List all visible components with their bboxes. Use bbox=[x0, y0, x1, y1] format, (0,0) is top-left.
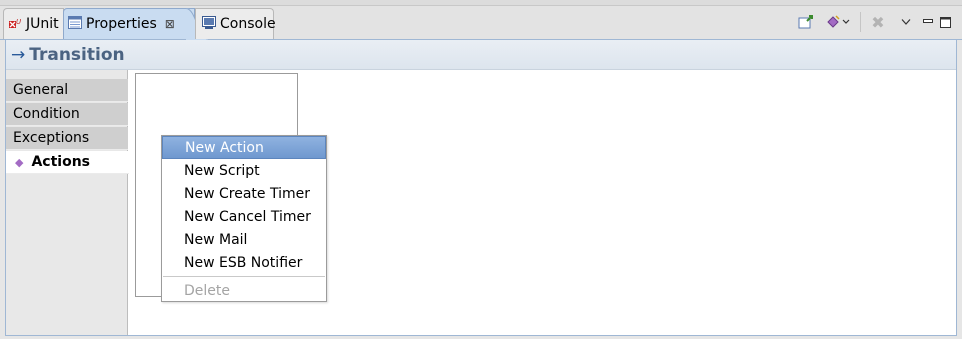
svg-text:U: U bbox=[16, 18, 21, 26]
properties-view: → Transition General Condition Exception… bbox=[5, 40, 957, 336]
view-dropdown-icon[interactable] bbox=[896, 12, 916, 32]
view-menu-icon[interactable] bbox=[826, 12, 852, 32]
actions-icon: ◆ bbox=[15, 155, 24, 169]
tab-label: Properties bbox=[86, 16, 157, 32]
properties-header: → Transition bbox=[6, 40, 956, 70]
tab-junit[interactable]: U JUnit bbox=[3, 8, 64, 39]
page-title: Transition bbox=[29, 44, 125, 65]
menu-item-new-script[interactable]: New Script bbox=[162, 159, 326, 182]
properties-icon bbox=[68, 15, 82, 33]
pin-editor-icon[interactable] bbox=[796, 12, 816, 32]
tab-label: Console bbox=[220, 16, 276, 32]
nav-item-label: Exceptions bbox=[13, 130, 90, 146]
nav-item-exceptions[interactable]: Exceptions bbox=[6, 127, 128, 150]
nav-item-label: Condition bbox=[13, 106, 80, 122]
menu-item-delete: Delete bbox=[184, 282, 230, 299]
nav-item-condition[interactable]: Condition bbox=[6, 103, 128, 126]
transition-arrow-icon: → bbox=[11, 44, 26, 65]
menu-item-new-cancel-timer[interactable]: New Cancel Timer bbox=[162, 205, 326, 228]
nav-item-general[interactable]: General bbox=[6, 79, 128, 102]
tab-properties[interactable]: Properties ⊠ bbox=[63, 8, 195, 39]
nav-item-label: General bbox=[13, 82, 69, 98]
menu-item-new-action[interactable]: New Action bbox=[162, 136, 326, 159]
menu-item-new-mail[interactable]: New Mail bbox=[162, 228, 326, 251]
close-icon[interactable]: ⊠ bbox=[165, 17, 175, 31]
property-sections-nav: General Condition Exceptions ◆ Actions bbox=[6, 70, 129, 335]
nav-item-label: Actions bbox=[31, 154, 91, 170]
junit-icon: U bbox=[8, 15, 22, 33]
menu-separator bbox=[163, 276, 325, 277]
view-tab-bar: U JUnit Properties ⊠ Console ✖ bbox=[0, 0, 962, 40]
maximize-icon[interactable] bbox=[935, 12, 955, 32]
tab-label: JUnit bbox=[26, 16, 59, 32]
nav-item-actions[interactable]: ◆ Actions bbox=[6, 151, 129, 174]
console-icon bbox=[202, 15, 216, 33]
tab-console[interactable]: Console bbox=[195, 8, 276, 39]
remove-icon: ✖ bbox=[871, 12, 885, 32]
tab-bar-top-border bbox=[0, 0, 962, 6]
menu-item-new-create-timer[interactable]: New Create Timer bbox=[162, 182, 326, 205]
menu-item-new-esb-notifier[interactable]: New ESB Notifier bbox=[162, 251, 326, 274]
context-menu: New Action New Script New Create Timer N… bbox=[161, 135, 327, 302]
toolbar-separator bbox=[860, 12, 861, 32]
